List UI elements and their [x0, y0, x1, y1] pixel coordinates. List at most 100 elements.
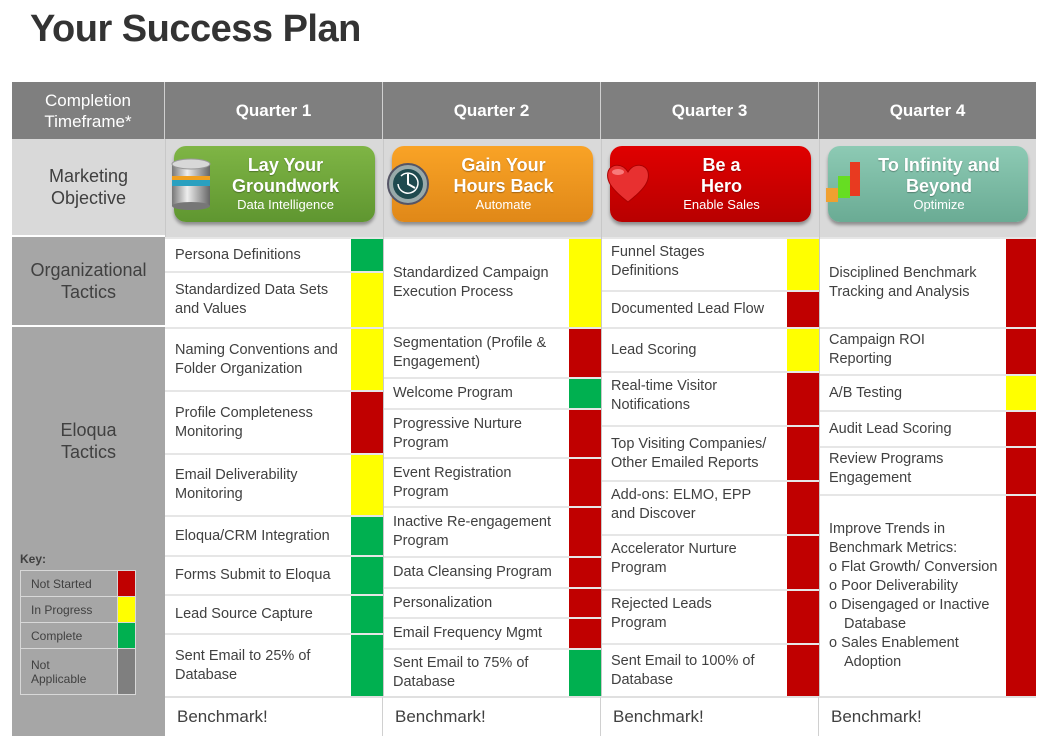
status-indicator-not-started: [569, 506, 601, 556]
status-indicator-in-progress: [1006, 374, 1036, 410]
key-table: Not Started In Progress Complete Not App…: [20, 570, 136, 695]
benchmark-cell-q1: Benchmark!: [165, 696, 383, 736]
row-label-text: Marketing Objective: [48, 166, 129, 208]
task-text: Top Visiting Companies/ Other Emailed Re…: [611, 435, 767, 471]
objective-pill-q4: To Infinity and Beyond Optimize: [826, 146, 1028, 222]
objective-sub-q4: Optimize: [913, 197, 965, 212]
status-indicator-complete: [569, 377, 601, 408]
status-indicator-not-started: [787, 589, 819, 643]
task-cell: A/B Testing: [819, 374, 1006, 410]
objective-cell-q2: Gain Your Hours Back Automate: [383, 139, 601, 237]
key-swatch-not-started: [117, 570, 136, 597]
task-cell: Naming Conventions and Folder Organizati…: [165, 327, 351, 390]
task-cell: Progressive Nurture Program: [383, 408, 569, 457]
task-text: A/B Testing: [829, 384, 903, 401]
task-cell: Lead Scoring: [601, 327, 787, 371]
objective-title-q3-line2: Hero: [700, 176, 742, 196]
task-cell: Sent Email to 75% of Database: [383, 648, 569, 696]
objective-sub-q3: Enable Sales: [683, 197, 760, 212]
task-text: Standardized Data Sets and Values: [175, 282, 329, 317]
task-text: Lead Scoring: [611, 341, 697, 358]
status-indicator-in-progress: [787, 327, 819, 371]
task-text: Rejected Leads Program: [611, 596, 712, 631]
task-text: Naming Conventions and Folder Organizati…: [175, 341, 338, 377]
objective-title-q1-line2: Groundwork: [232, 176, 339, 196]
task-cell: Welcome Program: [383, 377, 569, 408]
task-text: Email Deliverability Monitoring: [175, 467, 298, 502]
task-cell: Documented Lead Flow: [601, 290, 787, 327]
task-text: Personalization: [393, 594, 493, 611]
task-cell: Rejected Leads Program: [601, 589, 787, 643]
status-indicator-not-started: [569, 617, 601, 648]
key-row-complete: Complete: [20, 622, 136, 649]
status-indicator-not-started: [569, 327, 601, 377]
task-text: Accelerator Nurture Program: [611, 541, 737, 576]
objective-title-q1-line1: Lay Your: [247, 155, 324, 175]
task-cell: Audit Lead Scoring: [819, 410, 1006, 446]
task-text: Improve Trends in Benchmark Metrics:: [829, 521, 958, 556]
status-indicator-not-started: [569, 457, 601, 506]
bullet-text: Disengaged or Inactive Database: [841, 597, 990, 632]
task-text: Welcome Program: [393, 385, 513, 401]
task-cell: Add-ons: ELMO, EPP and Discover: [601, 480, 787, 534]
objective-pill-q3: Be a Hero Enable Sales: [607, 146, 811, 222]
clock-icon: [387, 163, 429, 205]
task-cell: Email Frequency Mgmt: [383, 617, 569, 648]
task-text: Review Programs Engagement: [829, 451, 944, 486]
status-indicator-not-started: [1006, 237, 1036, 327]
status-indicator-in-progress: [569, 237, 601, 327]
task-text: Sent Email to 25% of Database: [175, 647, 311, 683]
row-label-text: Organizational Tactics: [30, 260, 147, 302]
task-text: Funnel Stages Definitions: [611, 244, 705, 279]
objective-pill-q2: Gain Your Hours Back Automate: [387, 146, 593, 222]
task-text: Persona Definitions: [175, 246, 301, 263]
task-text: Standardized Campaign Execution Process: [393, 265, 549, 300]
task-cell: Data Cleansing Program: [383, 556, 569, 587]
status-indicator-not-started: [351, 390, 383, 453]
task-text: Sent Email to 75% of Database: [393, 655, 529, 690]
objective-sub-q1: Data Intelligence: [237, 197, 334, 212]
task-cell: Personalization: [383, 587, 569, 617]
key-label-not-applicable: Not Applicable: [20, 648, 118, 695]
status-indicator-complete: [351, 555, 383, 594]
metrics-list: o Flat Growth/ Conversion o Poor Deliver…: [829, 558, 1002, 672]
task-text: Real-time Visitor Notifications: [611, 378, 718, 413]
task-cell: Email Deliverability Monitoring: [165, 453, 351, 515]
task-cell: Lead Source Capture: [165, 594, 351, 633]
status-indicator-in-progress: [351, 271, 383, 327]
task-cell: Standardized Data Sets and Values: [165, 271, 351, 327]
task-cell: Sent Email to 100% of Database: [601, 643, 787, 696]
status-indicator-not-started: [1006, 446, 1036, 494]
task-text: Profile Completeness Monitoring: [175, 404, 313, 440]
task-text: Lead Source Capture: [175, 606, 313, 622]
status-indicator-complete: [569, 648, 601, 696]
header-quarter-1: Quarter 1: [165, 82, 383, 139]
key-row-not-started: Not Started: [20, 570, 136, 597]
objective-cell-q3: Be a Hero Enable Sales: [601, 139, 819, 237]
bar-chart-icon: [826, 162, 860, 202]
status-indicator-in-progress: [351, 453, 383, 515]
task-text: Add-ons: ELMO, EPP and Discover: [611, 487, 751, 522]
key-swatch-complete: [117, 622, 136, 649]
key-label-complete: Complete: [20, 622, 118, 649]
status-indicator-not-started: [1006, 327, 1036, 374]
metrics-list-item: o Disengaged or Inactive Database: [829, 597, 990, 632]
header-completion-timeframe: Completion Timeframe*: [12, 82, 165, 139]
status-indicator-not-started: [569, 408, 601, 457]
task-cell: Eloqua/CRM Integration: [165, 515, 351, 555]
task-text: Progressive Nurture Program: [393, 415, 522, 451]
task-cell: Segmentation (Profile & Engagement): [383, 327, 569, 377]
column-divider: [819, 237, 820, 696]
objective-title-q3-line1: Be a: [702, 155, 741, 175]
status-indicator-not-started: [787, 534, 819, 589]
column-divider: [383, 237, 384, 696]
objective-cell-q1: Lay Your Groundwork Data Intelligence: [165, 139, 383, 237]
task-text: Inactive Re-engagement Program: [393, 514, 551, 549]
task-cell: Profile Completeness Monitoring: [165, 390, 351, 453]
status-indicator-complete: [351, 594, 383, 633]
task-cell: Campaign ROI Reporting: [819, 327, 1006, 374]
key-label-not-started: Not Started: [20, 570, 118, 597]
status-key: Key: Not Started In Progress Complete No…: [20, 552, 138, 695]
database-icon: [171, 158, 211, 210]
status-indicator-in-progress: [787, 237, 819, 290]
